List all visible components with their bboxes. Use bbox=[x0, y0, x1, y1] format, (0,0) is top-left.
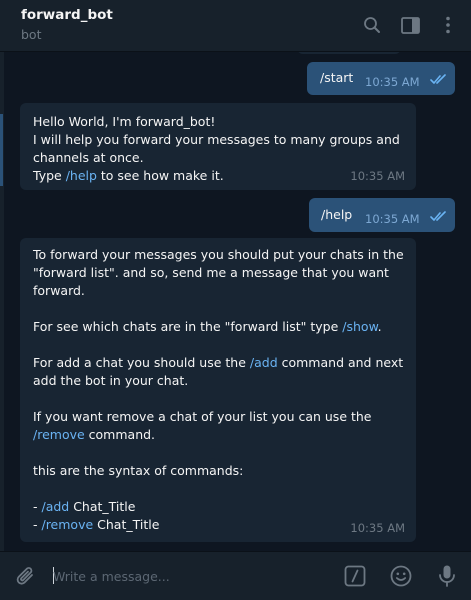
outgoing-message-start[interactable]: /start 10:35 AM bbox=[307, 62, 455, 95]
attach-button[interactable] bbox=[14, 564, 38, 588]
message-line: - /remove Chat_Title bbox=[33, 517, 160, 532]
message-line: this are the syntax of commands: bbox=[33, 463, 244, 478]
message-line: I will help you forward your messages to… bbox=[33, 132, 400, 147]
toggle-sidebar-button[interactable] bbox=[399, 14, 421, 36]
emoji-button[interactable] bbox=[389, 564, 413, 588]
search-button[interactable] bbox=[361, 14, 383, 36]
message-time: 10:35 AM bbox=[350, 169, 405, 183]
message-line: forward. bbox=[33, 283, 85, 298]
message-line: Hello World, I'm forward_bot! bbox=[33, 114, 216, 129]
incoming-message-help[interactable]: To forward your messages you should put … bbox=[20, 238, 416, 542]
message-line: For add a chat you should use the /add c… bbox=[33, 355, 404, 370]
message-line: "forward list". and so, send me a messag… bbox=[33, 265, 389, 280]
chat-header: forward_bot bot bbox=[0, 0, 471, 52]
message-time: 10:35 AM bbox=[365, 75, 420, 89]
message-text: /start bbox=[320, 70, 354, 85]
message-text: /help bbox=[321, 207, 353, 222]
paperclip-icon bbox=[16, 567, 33, 585]
double-check-icon bbox=[430, 211, 446, 221]
message-line: To forward your messages you should put … bbox=[33, 247, 404, 262]
voice-message-button[interactable] bbox=[435, 564, 459, 588]
scrollbar-track bbox=[465, 54, 469, 552]
commands-icon bbox=[344, 565, 366, 587]
message-line: channels at once. bbox=[33, 150, 144, 165]
microphone-icon bbox=[439, 565, 455, 587]
message-line: - /add Chat_Title bbox=[33, 499, 136, 514]
help-command-link[interactable]: /help bbox=[66, 168, 97, 183]
more-icon bbox=[446, 16, 450, 34]
add-command-link[interactable]: /add bbox=[250, 355, 278, 370]
chat-title[interactable]: forward_bot bbox=[21, 7, 113, 23]
emoji-icon bbox=[390, 565, 412, 587]
chat-subtitle: bot bbox=[21, 27, 42, 42]
double-check-icon bbox=[430, 74, 446, 84]
message-line: add the bot in your chat. bbox=[33, 373, 189, 388]
scrollbar[interactable] bbox=[465, 54, 469, 552]
bot-commands-button[interactable] bbox=[343, 564, 367, 588]
message-input[interactable] bbox=[53, 565, 313, 587]
message-time: 10:35 AM bbox=[350, 521, 405, 535]
more-button[interactable] bbox=[437, 14, 459, 36]
sidebar-icon bbox=[400, 16, 420, 34]
message-line: Type /help to see how make it. bbox=[33, 168, 224, 183]
message-time: 10:35 AM bbox=[365, 212, 420, 226]
add-command-link[interactable]: /add bbox=[41, 499, 69, 514]
message-line: If you want remove a chat of your list y… bbox=[33, 409, 372, 424]
left-edge-accent bbox=[0, 114, 3, 186]
remove-command-link[interactable]: /remove bbox=[41, 517, 93, 532]
message-line: /remove command. bbox=[33, 427, 156, 442]
message-line: For see which chats are in the "forward … bbox=[33, 319, 382, 334]
message-composer bbox=[0, 551, 471, 600]
outgoing-message-help[interactable]: /help 10:35 AM bbox=[309, 198, 455, 232]
incoming-message-welcome[interactable]: Hello World, I'm forward_bot! I will hel… bbox=[20, 103, 416, 190]
search-icon bbox=[364, 17, 380, 33]
show-command-link[interactable]: /show bbox=[342, 319, 377, 334]
remove-command-link[interactable]: /remove bbox=[33, 427, 85, 442]
